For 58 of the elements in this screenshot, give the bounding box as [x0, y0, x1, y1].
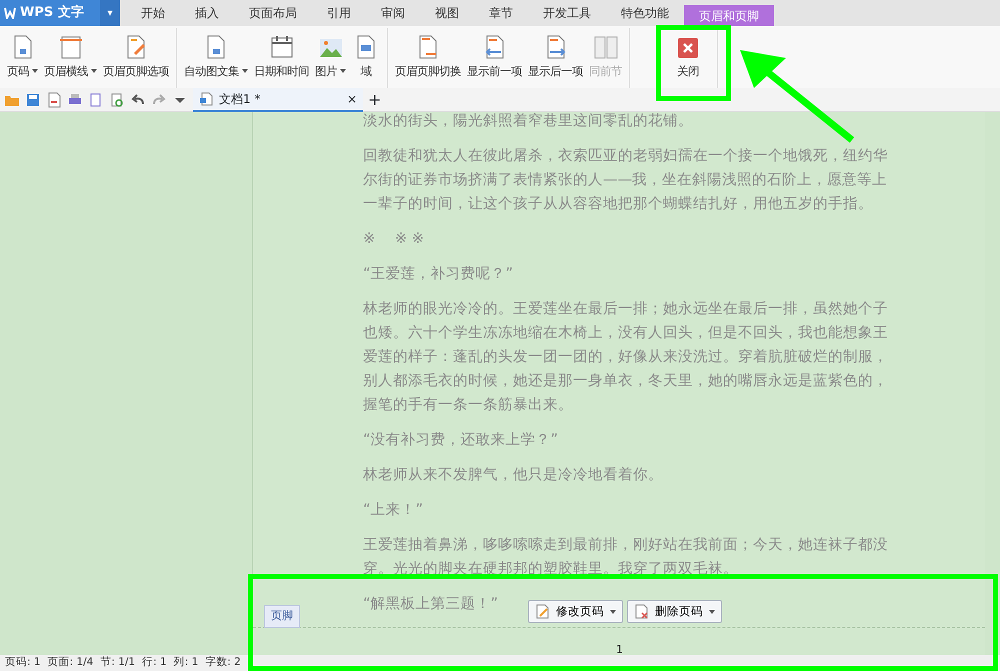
document-tab[interactable]: 文档1 * × [193, 88, 363, 112]
ribbon-tab[interactable]: 章节 [474, 0, 528, 26]
logo-icon [4, 7, 16, 19]
ribbon-button[interactable]: 显示后一项 [525, 28, 586, 88]
caret-icon [91, 68, 97, 73]
ribbon-tab[interactable]: 特色功能 [606, 0, 684, 26]
ribbon-button[interactable]: 域 [349, 28, 383, 88]
ribbon-button[interactable]: 自动图文集 [181, 28, 251, 88]
caret-icon [242, 68, 248, 73]
new-tab-button[interactable]: + [368, 88, 382, 112]
ribbon-tab[interactable]: 开发工具 [528, 0, 606, 26]
magnifier-icon[interactable] [109, 92, 125, 108]
page-delete-icon [634, 604, 649, 620]
paragraph: “王爱莲，补习费呢？” [363, 264, 514, 284]
save-icon[interactable] [25, 92, 41, 108]
paragraph: 淡水的街头，陽光斜照着窄巷里这间零乱的花铺。 [363, 112, 693, 131]
status-text: 字数: 2 [205, 655, 241, 670]
dropdown-button[interactable]: ▾ [100, 0, 120, 26]
ribbon-button[interactable]: 显示前一项 [464, 28, 525, 88]
footer-label: 页脚 [264, 605, 300, 628]
ribbon-tab[interactable]: 页面布局 [234, 0, 312, 26]
ribbon-button[interactable]: 关闭 [671, 28, 705, 88]
ribbon-tab[interactable]: 插入 [180, 0, 234, 26]
footer-button[interactable]: 删除页码 [627, 600, 722, 624]
ribbon-tab[interactable]: 视图 [420, 0, 474, 26]
paragraph: 回教徒和犹太人在彼此屠杀，衣索匹亚的老弱妇孺在一个接一个地饿死，纽约华尔街的证券市场挤满了表情紧张的人——我，坐在斜陽浅照的石阶上，愿意等上一辈子的时间，让这个孩子从从容容地把那个蝴蝶结扎好，用他五岁的手指。 [363, 146, 888, 214]
ribbon-button[interactable]: 日期和时间 [251, 28, 312, 88]
page-number: 1 [616, 642, 623, 655]
caret-icon [32, 68, 38, 73]
footer-button[interactable]: 修改页码 [528, 600, 623, 624]
ribbon-button[interactable]: 页码 [4, 28, 41, 88]
status-text: 页码: 1 [5, 655, 41, 670]
ribbon-button[interactable]: 页眉页脚切换 [392, 28, 464, 88]
paragraph: 林老师从来不发脾气，他只是冷冷地看着你。 [363, 465, 663, 485]
ribbon-button[interactable]: 页眉页脚选项 [100, 28, 172, 88]
caret-icon [610, 610, 616, 614]
ribbon-button[interactable]: 页眉横线 [41, 28, 100, 88]
tab-title: 文档1 * [219, 90, 262, 108]
app-menu-button[interactable]: WPS 文字 [0, 0, 100, 26]
paragraph: “没有补习费，还敢来上学？” [363, 430, 558, 450]
caret-icon [340, 68, 346, 73]
paragraph: ※ ※ ※ [363, 229, 424, 249]
status-text: 页面: 1/4 [48, 655, 94, 670]
page-pencil-icon [535, 604, 550, 620]
ribbon-button[interactable]: 图片 [312, 28, 349, 88]
document-icon [199, 92, 213, 106]
paragraph: “解黑板上第三题！” [363, 594, 498, 614]
caret-icon [709, 610, 715, 614]
ribbon-tab[interactable]: 审阅 [366, 0, 420, 26]
pdf-icon[interactable] [46, 92, 62, 108]
status-text: 节: 1/1 [100, 655, 136, 670]
status-text: 列: 1 [174, 655, 198, 670]
paragraph: “上来！” [363, 500, 424, 520]
ribbon-tab[interactable]: 开始 [126, 0, 180, 26]
ribbon-tab[interactable]: 引用 [312, 0, 366, 26]
status-text: 行: 1 [142, 655, 167, 670]
paragraph: 林老师的眼光冷冷的。王爱莲坐在最后一排；她永远坐在最后一排，虽然她个子也矮。六十个学生冻冻地缩在木椅上，没有人回头，但是不回头，我也能想象王爱莲的样子：蓬乱的头发一团一团的，好像从来没洗过。穿着肮脏破烂的制服，别人都添毛衣的时候，她还是那一身单衣，冬天里，她的嘴唇永远是蓝紫色的，握笔的手有一条一条筋暴出来。 [363, 299, 888, 415]
close-button[interactable]: × [346, 90, 357, 108]
